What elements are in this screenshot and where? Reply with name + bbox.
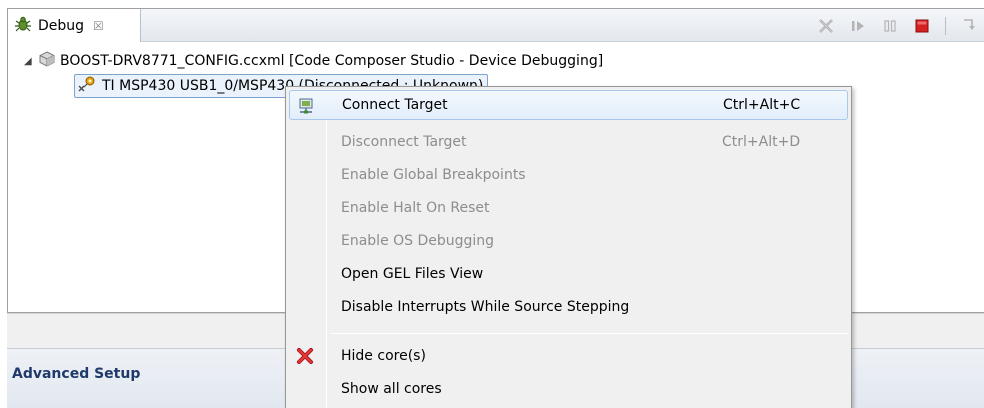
menu-item-enable-halt-on-reset[interactable]: Enable Halt On Reset <box>289 193 848 223</box>
advanced-setup-title: Advanced Setup <box>12 366 141 382</box>
tab-debug[interactable]: Debug ☒ <box>8 9 141 42</box>
menu-item-label: Enable Halt On Reset <box>341 200 490 216</box>
debug-toolbar <box>817 9 984 42</box>
debug-bug-icon <box>14 15 32 37</box>
menu-item-label: Enable OS Debugging <box>341 233 495 249</box>
menu-separator <box>330 333 848 334</box>
menu-item-shortcut: Ctrl+Alt+D <box>722 134 801 150</box>
menu-item-label: Show all cores <box>341 381 442 397</box>
tree-item-ccxml[interactable]: ◢ BOOST-DRV8771_CONFIG.ccxml [Code Compo… <box>24 50 603 72</box>
close-tab-icon[interactable]: ☒ <box>93 19 104 33</box>
expand-arrow-icon[interactable]: ◢ <box>24 56 34 67</box>
terminate-icon[interactable] <box>913 17 931 35</box>
menu-item-disable-interrupts[interactable]: Disable Interrupts While Source Stepping <box>289 292 848 322</box>
menu-item-label: Enable Global Breakpoints <box>341 167 526 183</box>
menu-item-show-all-cores[interactable]: Show all cores <box>289 374 848 404</box>
connect-target-icon <box>297 97 315 115</box>
menu-item-label: Connect Target <box>342 97 448 113</box>
tab-label: Debug <box>38 17 85 34</box>
menu-item-label: Open GEL Files View <box>341 266 484 282</box>
menu-item-label: Disable Interrupts While Source Stepping <box>341 299 630 315</box>
tree-item-label: BOOST-DRV8771_CONFIG.ccxml [Code Compose… <box>60 53 604 69</box>
menu-item-hide-cores[interactable]: Hide core(s) <box>289 341 848 371</box>
view-tab-bar: Debug ☒ <box>8 9 984 42</box>
context-menu: Connect Target Ctrl+Alt+C Disconnect Tar… <box>285 86 852 408</box>
red-x-icon <box>296 347 314 365</box>
menu-item-enable-global-breakpoints[interactable]: Enable Global Breakpoints <box>289 160 848 190</box>
menu-item-open-gel-files-view[interactable]: Open GEL Files View <box>289 259 848 289</box>
menu-item-disconnect-target[interactable]: Disconnect Target Ctrl+Alt+D <box>289 127 848 157</box>
suspend-icon[interactable] <box>881 17 899 35</box>
disconnected-target-icon <box>78 75 98 97</box>
resume-icon[interactable] <box>849 17 867 35</box>
menu-item-enable-os-debugging[interactable]: Enable OS Debugging <box>289 226 848 256</box>
cube-config-icon <box>38 50 56 72</box>
toolbar-separator <box>945 16 946 35</box>
step-into-icon[interactable] <box>960 17 978 35</box>
menu-item-label: Hide core(s) <box>341 348 426 364</box>
menu-item-label: Disconnect Target <box>341 134 467 150</box>
menu-item-connect-target[interactable]: Connect Target Ctrl+Alt+C <box>289 90 848 120</box>
remove-terminated-icon[interactable] <box>817 17 835 35</box>
menu-item-shortcut: Ctrl+Alt+C <box>723 97 801 113</box>
